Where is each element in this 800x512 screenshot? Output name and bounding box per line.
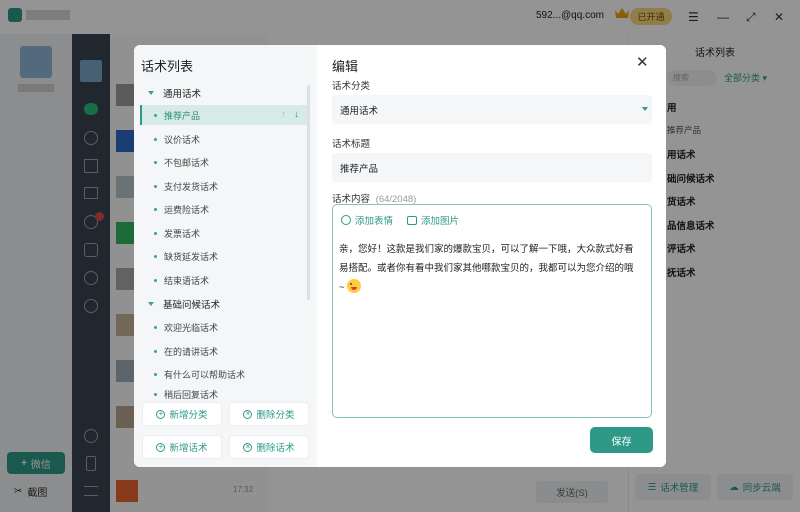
script-item-label: 在的请讲话术	[164, 346, 219, 357]
delete-category-label: 删除分类	[256, 410, 295, 421]
arrow-down-icon[interactable]: ↓	[294, 109, 299, 120]
category-label: 通用话术	[163, 89, 202, 100]
script-item-label: 推荐产品	[164, 110, 201, 121]
script-item-label: 有什么可以帮助话术	[164, 369, 246, 380]
bullet-icon	[154, 393, 157, 396]
delete-category-button[interactable]: × 删除分类	[229, 402, 309, 426]
script-item-label: 支付发货话术	[164, 181, 219, 192]
add-category-button[interactable]: + 新增分类	[142, 402, 222, 426]
bullet-icon	[154, 349, 157, 353]
script-item-label: 不包邮话术	[164, 157, 210, 168]
tongue-emoji-icon	[347, 279, 362, 293]
content-text-value: 亲，您好！这款是我们家的爆款宝贝，可以了解一下哦，大众款式好看易搭配。或者你有看…	[339, 244, 634, 293]
image-icon	[407, 215, 418, 225]
add-category-label: 新增分类	[169, 410, 208, 421]
delete-script-label: 删除话术	[256, 443, 295, 454]
add-image-button[interactable]: 添加图片	[407, 213, 459, 227]
category-greeting[interactable]: 基础问候话术	[148, 297, 220, 311]
title-input[interactable]: 推荐产品	[332, 153, 652, 182]
bullet-icon	[154, 278, 157, 282]
script-item-label: 稍后回复话术	[164, 390, 219, 400]
bullet-icon	[154, 113, 157, 117]
script-item[interactable]: 缺货延发话术	[140, 246, 307, 266]
script-item-selected[interactable]: 推荐产品 ↑ ↓	[140, 105, 307, 125]
script-item-label: 欢迎光临话术	[164, 322, 219, 333]
close-icon[interactable]: ✕	[636, 53, 649, 71]
category-label: 基础问候话术	[163, 300, 221, 311]
bullet-icon	[154, 325, 157, 329]
edit-title: 编辑	[332, 59, 359, 74]
script-item[interactable]: 不包邮话术	[140, 152, 307, 172]
script-list-title: 话术列表	[141, 59, 194, 74]
bullet-icon	[154, 160, 157, 164]
save-button[interactable]: 保存	[590, 427, 653, 453]
script-item-label: 缺货延发话术	[164, 251, 219, 262]
script-item[interactable]: 运费险话术	[140, 199, 307, 219]
plus-circle-icon: +	[156, 442, 166, 452]
script-list-panel: 话术列表 通用话术 推荐产品 ↑ ↓ 议价话术 不包邮话术 支付发货话术 运费险话…	[134, 45, 317, 467]
script-item-label: 议价话术	[164, 134, 201, 145]
x-circle-icon: ×	[243, 442, 253, 452]
title-field-label: 话术标题	[332, 139, 371, 150]
add-script-button[interactable]: + 新增话术	[142, 435, 222, 459]
add-emoji-label: 添加表情	[355, 216, 394, 227]
bullet-icon	[154, 372, 157, 376]
chevron-down-icon	[642, 107, 648, 111]
script-item[interactable]: 发票话术	[140, 223, 307, 243]
script-item-label: 发票话术	[164, 228, 201, 239]
add-emoji-button[interactable]: 添加表情	[341, 213, 393, 227]
category-select-value: 通用话术	[340, 105, 379, 117]
content-field-label: 话术内容 (64/2048)	[332, 191, 416, 205]
add-script-label: 新增话术	[169, 443, 208, 454]
script-item-label: 运费险话术	[164, 204, 210, 215]
add-image-label: 添加图片	[421, 216, 460, 227]
smile-icon	[341, 215, 351, 225]
caret-down-icon	[148, 91, 154, 95]
script-editor-dialog: 话术列表 通用话术 推荐产品 ↑ ↓ 议价话术 不包邮话术 支付发货话术 运费险话…	[134, 45, 666, 467]
script-item[interactable]: 结束语话术	[140, 270, 307, 290]
script-item[interactable]: 议价话术	[140, 129, 307, 149]
script-item-label: 结束语话术	[164, 275, 210, 286]
script-item[interactable]: 欢迎光临话术	[140, 317, 307, 337]
category-select[interactable]: 通用话术	[332, 95, 652, 124]
bullet-icon	[154, 184, 157, 188]
category-general[interactable]: 通用话术	[148, 86, 201, 100]
script-item[interactable]: 支付发货话术	[140, 176, 307, 196]
content-text[interactable]: 亲，您好！这款是我们家的爆款宝贝，可以了解一下哦，大众款式好看易搭配。或者你有看…	[339, 240, 639, 297]
script-item[interactable]: 在的请讲话术	[140, 341, 307, 361]
bullet-icon	[154, 137, 157, 141]
arrow-up-icon[interactable]: ↑	[281, 109, 286, 120]
script-item[interactable]: 稍后回复话术	[140, 388, 307, 400]
bullet-icon	[154, 207, 157, 211]
bullet-icon	[154, 254, 157, 258]
delete-script-button[interactable]: × 删除话术	[229, 435, 309, 459]
content-textarea[interactable]: 添加表情 添加图片 亲，您好！这款是我们家的爆款宝贝，可以了解一下哦，大众款式好…	[332, 204, 652, 418]
caret-down-icon	[148, 302, 154, 306]
script-item[interactable]: 有什么可以帮助话术	[140, 364, 307, 384]
edit-panel: 编辑 ✕ 话术分类 通用话术 话术标题 推荐产品 话术内容 (64/2048) …	[317, 45, 666, 467]
bullet-icon	[154, 231, 157, 235]
category-field-label: 话术分类	[332, 81, 371, 92]
list-scrollbar[interactable]	[307, 85, 310, 300]
x-circle-icon: ×	[243, 409, 253, 419]
plus-circle-icon: +	[156, 409, 166, 419]
title-input-value: 推荐产品	[340, 163, 379, 175]
